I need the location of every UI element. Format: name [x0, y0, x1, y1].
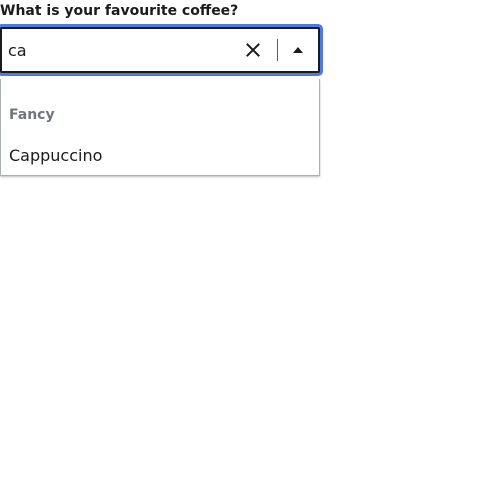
clear-button[interactable] [240, 37, 266, 63]
coffee-listbox: Fancy Cappuccino [0, 79, 320, 176]
caret-up-icon [293, 47, 303, 53]
coffee-combobox[interactable] [0, 27, 320, 73]
question-label: What is your favourite coffee? [0, 3, 239, 19]
option-cappuccino[interactable]: Cappuccino [1, 139, 319, 173]
coffee-search-input[interactable] [8, 29, 233, 71]
group-label-fancy: Fancy [9, 107, 55, 123]
input-divider [277, 39, 278, 61]
option-label: Cappuccino [9, 146, 103, 165]
toggle-list-button[interactable] [284, 37, 312, 63]
page: What is your favourite coffee? Fancy Cap… [0, 0, 500, 500]
close-icon [246, 43, 260, 57]
